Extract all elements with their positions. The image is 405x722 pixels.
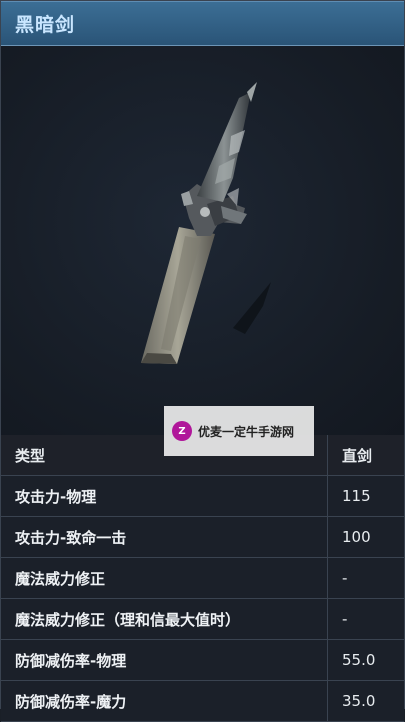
table-row: 攻击力-物理 115: [1, 475, 404, 517]
watermark: Z 优麦一定牛手游网: [164, 406, 314, 456]
row-label: 攻击力-致命一击: [1, 516, 328, 558]
table-row: 魔法威力修正（理和信最大值时） -: [1, 598, 404, 640]
table-row: 攻击力-致命一击 100: [1, 516, 404, 558]
row-label: 攻击力-物理: [1, 475, 328, 517]
row-label: 魔法威力修正（理和信最大值时）: [1, 598, 328, 640]
title-bar: 黑暗剑: [1, 1, 404, 46]
type-value: 直剑: [327, 435, 404, 476]
item-image: [1, 46, 404, 435]
row-value: 35.0: [327, 680, 404, 722]
row-label: 防御减伤率-物理: [1, 639, 328, 681]
table-row: 魔法威力修正 -: [1, 557, 404, 599]
table-row: 防御减伤率-物理 55.0: [1, 639, 404, 681]
row-value: 115: [327, 475, 404, 517]
item-title: 黑暗剑: [15, 13, 76, 36]
row-value: -: [327, 598, 404, 640]
dark-sword-illustration: [141, 82, 271, 364]
item-panel: 黑暗剑 Z 优麦一定牛手游网 类型 直剑 攻击力-物理 115 攻击力-致命一击…: [0, 0, 405, 722]
row-value: 100: [327, 516, 404, 558]
row-value: -: [327, 557, 404, 599]
row-value: 55.0: [327, 639, 404, 681]
watermark-logo-icon: Z: [172, 421, 192, 441]
row-label: 防御减伤率-魔力: [1, 680, 328, 722]
stats-table: 类型 直剑 攻击力-物理 115 攻击力-致命一击 100 魔法威力修正 - 魔…: [1, 435, 404, 722]
watermark-text: 优麦一定牛手游网: [198, 424, 295, 439]
table-row: 防御减伤率-魔力 35.0: [1, 680, 404, 722]
row-label: 魔法威力修正: [1, 557, 328, 599]
